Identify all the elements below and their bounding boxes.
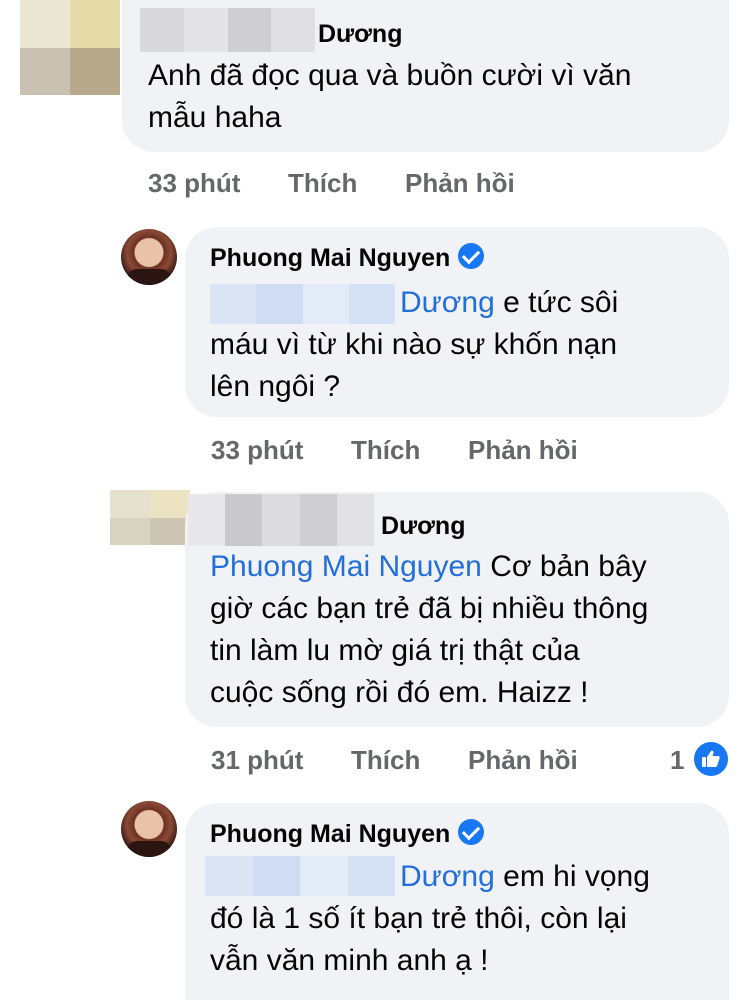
comment-text: Dương em hi vọng đó là 1 số ít bạn trẻ t…: [210, 860, 650, 977]
blurred-username: [188, 494, 374, 546]
timestamp[interactable]: 31 phút: [211, 745, 303, 776]
comment-author[interactable]: Phuong Mai Nguyen: [210, 819, 485, 849]
reply-button[interactable]: Phản hồi: [405, 168, 515, 199]
thumbs-up-icon[interactable]: [692, 740, 730, 778]
mention-link[interactable]: Dương: [400, 860, 495, 893]
comment-text: Dương e tức sôi máu vì từ khi nào sự khố…: [210, 286, 619, 403]
avatar[interactable]: [121, 229, 177, 285]
like-button[interactable]: Thích: [288, 168, 357, 199]
blurred-avatar: [110, 490, 190, 545]
verified-badge-icon: [458, 819, 485, 845]
mention-link[interactable]: Dương: [400, 286, 495, 319]
timestamp[interactable]: 33 phút: [211, 435, 303, 466]
blurred-username: [140, 8, 315, 52]
like-button[interactable]: Thích: [351, 435, 420, 466]
mention-link[interactable]: Phuong Mai Nguyen: [210, 550, 482, 583]
reply-button[interactable]: Phản hồi: [468, 435, 578, 466]
comment-text: Phuong Mai Nguyen Cơ bản bây giờ các bạn…: [210, 550, 649, 709]
avatar[interactable]: [121, 801, 177, 857]
blurred-avatar: [20, 0, 120, 95]
comment-author[interactable]: Phuong Mai Nguyen: [210, 243, 485, 273]
verified-badge-icon: [458, 243, 485, 269]
timestamp[interactable]: 33 phút: [148, 168, 240, 199]
comment-author[interactable]: Dương: [381, 512, 465, 541]
reply-button[interactable]: Phản hồi: [468, 745, 578, 776]
like-button[interactable]: Thích: [351, 745, 420, 776]
comment-text: Anh đã đọc qua và buồn cười vì văn mẫu h…: [148, 59, 632, 134]
reaction-count[interactable]: 1: [670, 745, 684, 776]
comment-author[interactable]: Dương: [318, 20, 402, 49]
